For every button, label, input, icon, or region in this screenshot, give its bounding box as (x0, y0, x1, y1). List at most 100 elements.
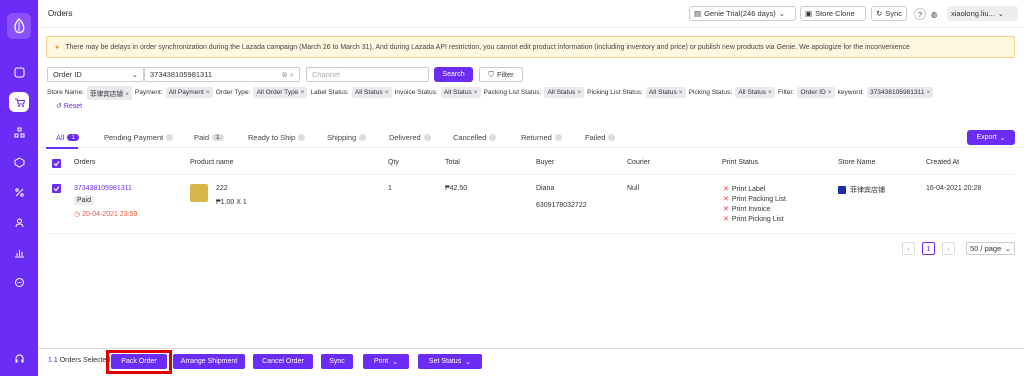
filter-tag[interactable]: All Payment × (165, 87, 213, 98)
globe-icon[interactable]: ◍ (931, 7, 941, 22)
qty: 1 (388, 185, 392, 192)
dashboard-icon[interactable] (9, 62, 29, 82)
pack-order-button[interactable]: Pack Order (111, 354, 167, 369)
clock-icon: ◷ (74, 211, 81, 218)
org-chart-icon[interactable] (9, 122, 29, 142)
clear-icon[interactable]: ⊗ ⌕ (281, 70, 294, 80)
print-button[interactable]: Print ⌄ (363, 354, 409, 369)
col-courier: Courier (627, 159, 650, 166)
status-tabs: All 1 Pending Payment Paid 1 Ready to Ship… (38, 128, 1024, 149)
chat-icon[interactable] (9, 272, 29, 292)
tab-returned[interactable]: Returned (521, 133, 562, 142)
order-id-link[interactable]: 373438105981311 (74, 185, 132, 192)
app-logo[interactable] (7, 13, 31, 39)
active-filters: Store Name: 菲律宾店铺 × Payment: All Payment × O… (47, 85, 1022, 100)
buyer-phone: 6309178032722 (536, 202, 587, 209)
reset-link[interactable]: ↺ Reset (56, 102, 82, 110)
tab-cancelled[interactable]: Cancelled (453, 133, 497, 142)
filter-tag[interactable]: 373438105981311 × (866, 87, 934, 98)
users-icon[interactable] (9, 212, 29, 232)
arrange-shipment-button[interactable]: Arrange Shipment (173, 354, 245, 369)
filter-tag[interactable]: 菲律宾店铺 × (87, 85, 132, 100)
cancel-order-button[interactable]: Cancel Order (253, 354, 313, 369)
orders-cart-icon[interactable] (9, 92, 29, 112)
set-status-button[interactable]: Set Status ⌄ (418, 354, 482, 369)
calendar-icon: ▤ (694, 9, 702, 18)
help-icon[interactable]: ? (914, 8, 926, 20)
filter-tag[interactable]: All Status × (351, 87, 392, 98)
filter-button[interactable]: ⛉ Filter (479, 67, 523, 82)
filter-tag[interactable]: All Order Type × (253, 87, 308, 98)
top-header: Orders ▤ Genie Trial(246 days) ⌄ ▣ Store… (38, 0, 1024, 28)
buyer-name: Diana (536, 185, 555, 192)
tab-shipping[interactable]: Shipping (327, 133, 367, 142)
selected-count: 1 1 Orders Selected (48, 357, 111, 364)
search-button[interactable]: Search (434, 67, 473, 82)
tab-all[interactable]: All 1 (56, 133, 79, 142)
store-clone-button[interactable]: ▣ Store Clone (800, 6, 866, 21)
sync-button[interactable]: ↻ Sync (871, 6, 907, 21)
next-page-button[interactable]: › (942, 242, 955, 255)
chevron-down-icon: ⌄ (131, 70, 138, 79)
status-badge: Paid (74, 196, 95, 205)
col-total: Total (445, 159, 460, 166)
product-name: 222 (216, 185, 228, 192)
tab-pending-payment[interactable]: Pending Payment (104, 133, 174, 142)
sync-orders-button[interactable]: Sync (321, 354, 353, 369)
row-divider (46, 174, 1015, 175)
bulk-action-bar: 1 1 Orders Selected Pack Order Arrange S… (38, 348, 1024, 376)
tab-failed[interactable]: Failed (585, 133, 616, 142)
chevron-down-icon: ⌄ (778, 9, 786, 18)
chart-icon[interactable] (9, 242, 29, 262)
support-headset-icon[interactable] (9, 348, 29, 368)
filter-tag[interactable]: Order ID × (797, 87, 835, 98)
prev-page-button[interactable]: ‹ (902, 242, 915, 255)
x-icon: ✕ (723, 216, 729, 223)
tab-ready-to-ship[interactable]: Ready to Ship (248, 133, 306, 142)
sync-icon: ↻ (876, 9, 883, 18)
page-title: Orders (48, 9, 73, 18)
col-store-name: Store Name (838, 159, 876, 166)
row-checkbox[interactable] (52, 184, 61, 193)
print-status-invoice: ✕ Print Invoice (723, 206, 771, 213)
export-button[interactable]: Export ⌄ (967, 130, 1015, 145)
deadline: ◷ 20-04-2021 23:59 (74, 211, 138, 218)
main-content: Orders ▤ Genie Trial(246 days) ⌄ ▣ Store… (38, 0, 1024, 376)
active-tab-underline (46, 147, 78, 149)
lazada-store-icon (838, 186, 846, 195)
user-menu[interactable]: xiaolong.liu... ⌄ (947, 6, 1018, 21)
store-name: 菲律宾店铺 (838, 185, 885, 195)
col-product: Product name (190, 159, 234, 166)
x-icon: ✕ (723, 196, 729, 203)
warning-banner: ● There may be delays in order synchroni… (46, 36, 1015, 58)
box-icon[interactable] (9, 152, 29, 172)
product-price: ₱1.00 X 1 (216, 199, 247, 206)
tab-delivered[interactable]: Delivered (389, 133, 431, 142)
chevron-down-icon: ⌄ (997, 9, 1005, 18)
channel-input[interactable]: Channel (306, 67, 429, 82)
chevron-down-icon: ⌄ (465, 358, 472, 366)
select-all-checkbox[interactable] (52, 159, 61, 168)
filter-tag[interactable]: All Status × (735, 87, 775, 98)
filter-tag[interactable]: All Status × (440, 87, 481, 98)
filter-tag[interactable]: All Status × (544, 87, 585, 98)
percent-icon[interactable] (9, 182, 29, 202)
x-icon: ✕ (723, 206, 729, 213)
filter-tag[interactable]: All Status × (645, 87, 686, 98)
trial-selector[interactable]: ▤ Genie Trial(246 days) ⌄ (689, 6, 796, 21)
print-status-packing: ✕ Print Packing List (723, 196, 786, 203)
print-status-label: ✕ Print Label (723, 186, 766, 193)
col-print-status: Print Status (722, 159, 759, 166)
chevron-down-icon: ⌄ (1004, 244, 1011, 253)
search-field-select[interactable]: Order ID ⌄ (47, 67, 144, 82)
page-size-select[interactable]: 50 / page ⌄ (966, 242, 1015, 255)
trial-label: Genie Trial(246 days) (704, 9, 776, 18)
row-divider (46, 233, 1015, 234)
search-input[interactable]: 373438105981311 ⊗ ⌕ (144, 67, 300, 82)
col-created-at: Created At (926, 159, 960, 166)
reset-icon: ↺ (56, 103, 62, 110)
product-thumbnail[interactable] (190, 184, 208, 202)
chevron-down-icon: ⌄ (392, 358, 399, 366)
tab-paid[interactable]: Paid 1 (194, 133, 224, 142)
page-number[interactable]: 1 (922, 242, 935, 255)
